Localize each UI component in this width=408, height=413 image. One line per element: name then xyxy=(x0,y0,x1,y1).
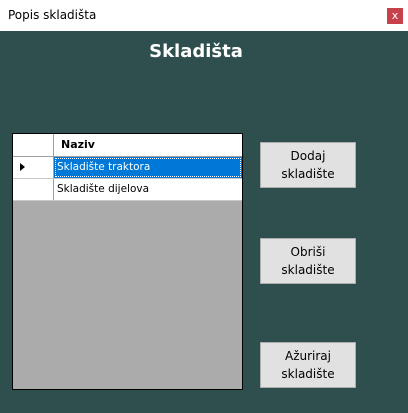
warehouses-grid[interactable]: Naziv Skladište traktora Skladište dijel… xyxy=(12,133,243,390)
grid-cell-naziv[interactable]: Skladište traktora xyxy=(54,157,242,178)
column-header-naziv[interactable]: Naziv xyxy=(61,134,95,156)
delete-warehouse-label-line1: Obriši xyxy=(290,245,326,259)
title-bar: Popis skladišta x xyxy=(0,0,408,32)
row-header[interactable] xyxy=(13,157,54,178)
grid-header-row: Naziv xyxy=(13,134,242,157)
delete-warehouse-label-line2: skladište xyxy=(281,263,335,277)
update-warehouse-label-line2: skladište xyxy=(281,367,335,381)
add-warehouse-button[interactable]: Dodaj skladište xyxy=(260,142,356,188)
close-icon[interactable]: x xyxy=(387,8,403,24)
add-warehouse-label-line1: Dodaj xyxy=(290,149,326,163)
form-client-area: Skladišta Naziv Skladište traktora Sklad… xyxy=(0,31,408,413)
delete-warehouse-button[interactable]: Obriši skladište xyxy=(260,238,356,284)
add-warehouse-label-line2: skladište xyxy=(281,167,335,181)
grid-corner-cell[interactable] xyxy=(13,134,54,156)
row-header[interactable] xyxy=(13,179,54,200)
table-row[interactable]: Skladište dijelova xyxy=(13,179,242,201)
update-warehouse-button[interactable]: Ažuriraj skladište xyxy=(260,342,356,388)
table-row[interactable]: Skladište traktora xyxy=(13,157,242,179)
current-row-arrow-icon xyxy=(20,163,25,171)
form-title: Skladišta xyxy=(149,41,243,62)
grid-cell-naziv[interactable]: Skladište dijelova xyxy=(54,179,242,200)
window-title: Popis skladišta xyxy=(8,8,97,22)
update-warehouse-label-line1: Ažuriraj xyxy=(284,349,331,363)
